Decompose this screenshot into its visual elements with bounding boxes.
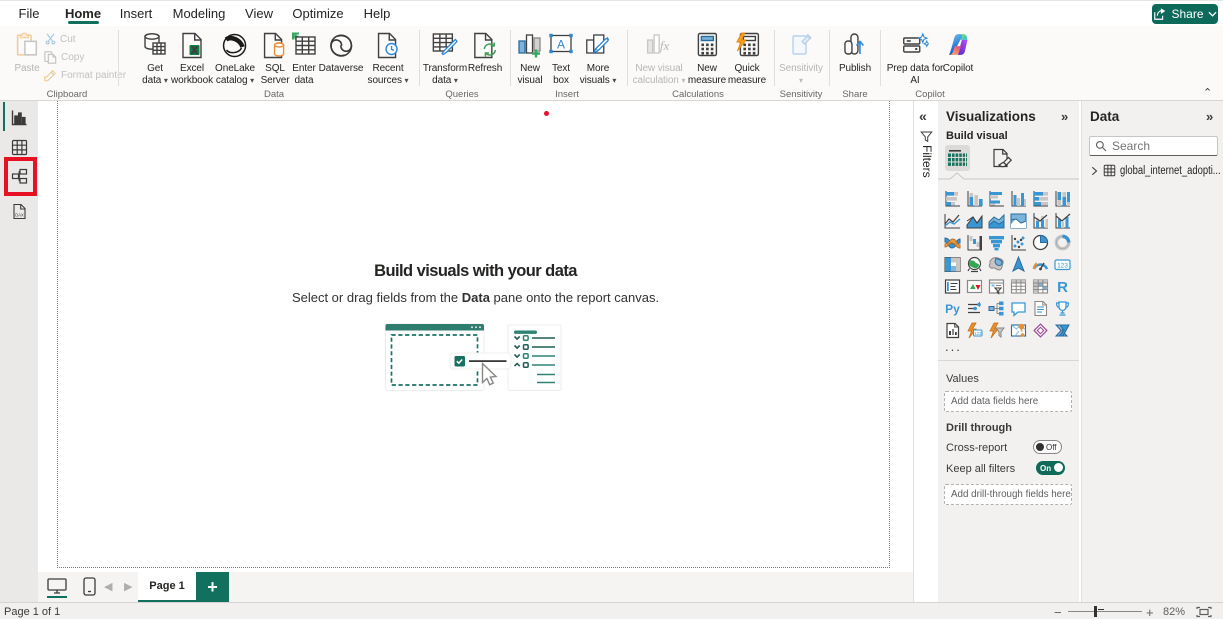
svg-text:fx: fx bbox=[660, 38, 670, 53]
svg-text:Py: Py bbox=[945, 302, 960, 316]
svg-text:123: 123 bbox=[974, 330, 982, 335]
svg-text:DAX: DAX bbox=[15, 213, 24, 218]
svg-text:123: 123 bbox=[1057, 262, 1068, 269]
svg-text:A: A bbox=[557, 38, 565, 52]
svg-text:X: X bbox=[192, 46, 198, 55]
svg-text:R: R bbox=[1057, 279, 1068, 295]
